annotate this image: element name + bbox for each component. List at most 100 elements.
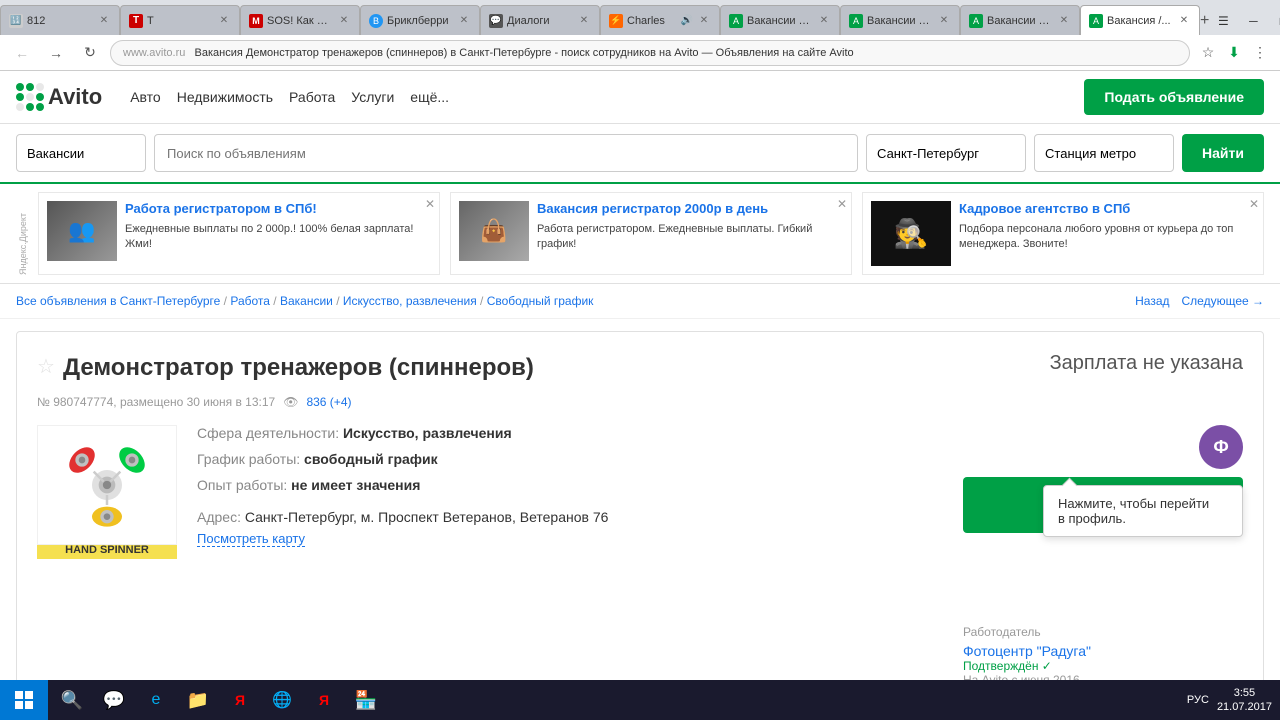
taskbar-store[interactable]: 🏪 — [346, 680, 386, 720]
taskbar-search[interactable]: 🔍 — [52, 680, 92, 720]
post-ad-button[interactable]: Подать объявление — [1084, 79, 1264, 115]
taskbar: 🔍 💬 e 📁 Я 🌐 Я 🏪 РУС 3:55 21.07.2017 — [0, 680, 1280, 720]
refresh-button[interactable]: ↻ — [76, 39, 104, 67]
back-button[interactable]: ← — [8, 39, 36, 67]
tab-label: Вакансия /... — [1107, 15, 1173, 27]
taskbar-yandex2[interactable]: Я — [304, 680, 344, 720]
tab-vak1[interactable]: A Вакансии в С... ✕ — [720, 5, 840, 35]
job-title-area: ☆ Демонстратор тренажеров (спиннеров) — [37, 352, 534, 383]
tab-close[interactable]: ✕ — [577, 14, 591, 28]
dot — [36, 83, 44, 91]
tab-close[interactable]: ✕ — [1057, 14, 1071, 28]
download-icon[interactable]: ⬇ — [1222, 41, 1246, 65]
breadcrumb-all[interactable]: Все объявления в Санкт-Петербурге — [16, 294, 220, 308]
category-select[interactable]: Вакансии — [16, 134, 146, 172]
dot — [26, 83, 34, 91]
tab-close[interactable]: ✕ — [817, 14, 831, 28]
job-card: ☆ Демонстратор тренажеров (спиннеров) За… — [16, 331, 1264, 680]
tab-close[interactable]: ✕ — [457, 14, 471, 28]
spy-icon: 🕵 — [894, 217, 929, 250]
ad-close-3[interactable]: ✕ — [1249, 197, 1259, 211]
nav-more[interactable]: ещё... — [410, 89, 449, 105]
breadcrumb-schedule[interactable]: Свободный график — [487, 294, 594, 308]
schedule-row: График работы: свободный график — [197, 451, 943, 467]
minimize-button[interactable]: ─ — [1239, 7, 1267, 35]
profile-button[interactable]: Ф — [1199, 425, 1243, 469]
experience-label: Опыт работы: — [197, 477, 287, 493]
views-count[interactable]: 836 (+4) — [306, 395, 351, 409]
ad-title-1[interactable]: Работа регистратором в СПб! — [125, 201, 431, 218]
ad-image-2: 👜 — [459, 201, 529, 261]
ads-area: Яндекс.Директ ✕ 👥 Работа регистратором в… — [0, 184, 1280, 284]
breadcrumb-nav: Назад Следующее → — [1135, 294, 1264, 308]
tab-close[interactable]: ✕ — [937, 14, 951, 28]
tab-close[interactable]: ✕ — [97, 14, 111, 28]
forward-button[interactable]: → — [42, 39, 70, 67]
breadcrumb: Все объявления в Санкт-Петербурге / Рабо… — [0, 284, 1280, 319]
tab-label: Т — [147, 15, 213, 27]
date-display: 21.07.2017 — [1217, 700, 1272, 714]
map-link[interactable]: Посмотреть карту — [197, 531, 305, 547]
favorite-star[interactable]: ☆ — [37, 354, 55, 379]
taskbar-edge[interactable]: e — [136, 680, 176, 720]
job-body: HAND SPINNER Сфера деятельности: Искусст… — [37, 425, 1243, 680]
employer-name[interactable]: Фотоцентр "Радуга" — [963, 643, 1243, 659]
metro-select[interactable]: Станция метро — [1034, 134, 1174, 172]
nav-next[interactable]: Следующее → — [1182, 294, 1265, 308]
job-salary: Зарплата не указана — [1050, 352, 1243, 375]
taskbar-explorer[interactable]: 📁 — [178, 680, 218, 720]
ad-content-2: Вакансия регистратор 2000р в день Работа… — [537, 201, 843, 266]
tab-close[interactable]: ✕ — [217, 14, 231, 28]
dot — [26, 103, 34, 111]
ad-image-1: 👥 — [47, 201, 117, 261]
maximize-button[interactable]: □ — [1269, 7, 1280, 35]
employer-label: Работодатель — [963, 625, 1243, 639]
menu-button[interactable]: ☰ — [1209, 7, 1237, 35]
ad-title-3[interactable]: Кадровое агентство в СПб — [959, 201, 1255, 218]
city-select[interactable]: Санкт-Петербург — [866, 134, 1026, 172]
ad-title-2[interactable]: Вакансия регистратор 2000р в день — [537, 201, 843, 218]
tab-close[interactable]: ✕ — [1177, 14, 1191, 28]
ad-content-1: Работа регистратором в СПб! Ежедневные в… — [125, 201, 431, 266]
settings-icon[interactable]: ⋮ — [1248, 41, 1272, 65]
tab-vak-active[interactable]: A Вакансия /... ✕ — [1080, 5, 1200, 35]
taskbar-chrome[interactable]: 🌐 — [262, 680, 302, 720]
ad-close-1[interactable]: ✕ — [425, 197, 435, 211]
tab-vak2[interactable]: A Вакансии без... ✕ — [840, 5, 960, 35]
show-phone-button[interactable]: Показать 8... — [963, 477, 1243, 533]
tab-favicon: Т — [129, 14, 143, 28]
url-bar[interactable]: www.avito.ru Вакансия Демонстратор трена… — [110, 40, 1190, 66]
taskbar-icons: 🔍 💬 e 📁 Я 🌐 Я 🏪 — [48, 680, 390, 720]
nav-auto[interactable]: Авто — [130, 89, 161, 105]
breadcrumb-work[interactable]: Работа — [230, 294, 270, 308]
breadcrumb-vak[interactable]: Вакансии — [280, 294, 333, 308]
tab-favicon: ⚡ — [609, 14, 623, 28]
tab-dialogi[interactable]: 💬 Диалоги ✕ — [480, 5, 600, 35]
search-input[interactable] — [154, 134, 858, 172]
nav-work[interactable]: Работа — [289, 89, 335, 105]
ad-close-2[interactable]: ✕ — [837, 197, 847, 211]
tab-sos[interactable]: M SOS! Как убр... ✕ — [240, 5, 360, 35]
search-button[interactable]: Найти — [1182, 134, 1264, 172]
tab-t[interactable]: Т Т ✕ — [120, 5, 240, 35]
ad-content-3: Кадровое агентство в СПб Подбора персона… — [959, 201, 1255, 266]
start-button[interactable] — [0, 680, 48, 720]
nav-realty[interactable]: Недвижимость — [177, 89, 273, 105]
nav-back[interactable]: Назад — [1135, 294, 1169, 308]
tab-brikl[interactable]: B Бриклберри ✕ — [360, 5, 480, 35]
taskbar-cortana[interactable]: 💬 — [94, 680, 134, 720]
tab-vak3[interactable]: A Вакансии худ... ✕ — [960, 5, 1080, 35]
tab-charles[interactable]: ⚡ Charles 🔊 ✕ — [600, 5, 720, 35]
tab-close[interactable]: ✕ — [337, 14, 351, 28]
bookmark-icon[interactable]: ☆ — [1196, 41, 1220, 65]
breadcrumb-art[interactable]: Искусство, развлечения — [343, 294, 477, 308]
taskbar-yandex[interactable]: Я — [220, 680, 260, 720]
new-tab-button[interactable]: + — [1200, 7, 1209, 35]
tab-close[interactable]: ✕ — [697, 14, 711, 28]
tab-812[interactable]: 🔢 812 ✕ — [0, 5, 120, 35]
views-icon: 👁 — [283, 395, 298, 409]
nav-services[interactable]: Услуги — [351, 89, 394, 105]
job-image-area: HAND SPINNER — [37, 425, 177, 680]
ad-image-3: 🕵 — [871, 201, 951, 266]
job-address: Адрес: Санкт-Петербург, м. Проспект Вете… — [197, 509, 943, 547]
